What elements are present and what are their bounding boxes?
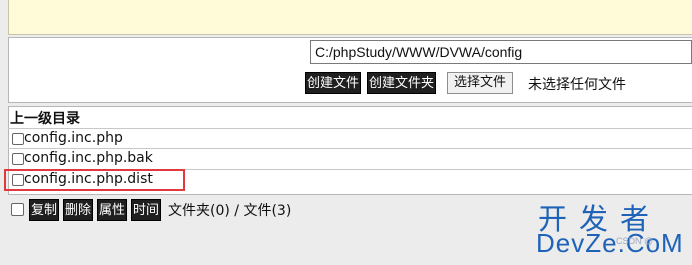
attributes-button[interactable]: 属性 xyxy=(97,199,128,221)
highlight-box xyxy=(4,169,185,191)
select-all-checkbox[interactable] xyxy=(11,203,24,216)
parent-directory-link[interactable]: 上一级目录 xyxy=(10,108,80,128)
item-counts: 文件夹(0) / 文件(3) xyxy=(168,203,292,219)
file-checkbox[interactable] xyxy=(12,133,24,145)
no-file-chosen-label: 未选择任何文件 xyxy=(528,77,626,93)
path-input[interactable]: C:/phpStudy/WWW/DVWA/config xyxy=(310,40,692,64)
file-name[interactable]: config.inc.php xyxy=(24,129,123,147)
create-file-button[interactable]: 创建文件 xyxy=(305,72,362,94)
time-button[interactable]: 时间 xyxy=(131,199,162,221)
create-folder-button[interactable]: 创建文件夹 xyxy=(367,72,437,94)
top-notice-area xyxy=(8,0,692,35)
delete-button[interactable]: 删除 xyxy=(63,199,94,221)
file-checkbox[interactable] xyxy=(12,153,24,165)
copy-button[interactable]: 复制 xyxy=(29,199,60,221)
list-item[interactable]: config.inc.php xyxy=(8,128,692,148)
file-name[interactable]: config.inc.php.bak xyxy=(24,149,153,167)
choose-file-button[interactable]: 选择文件 xyxy=(447,72,514,94)
watermark-small: CSDN @ xyxy=(616,236,654,246)
watermark-english: DevZe.CoM xyxy=(536,228,684,258)
list-item[interactable]: config.inc.php.bak xyxy=(8,148,692,168)
